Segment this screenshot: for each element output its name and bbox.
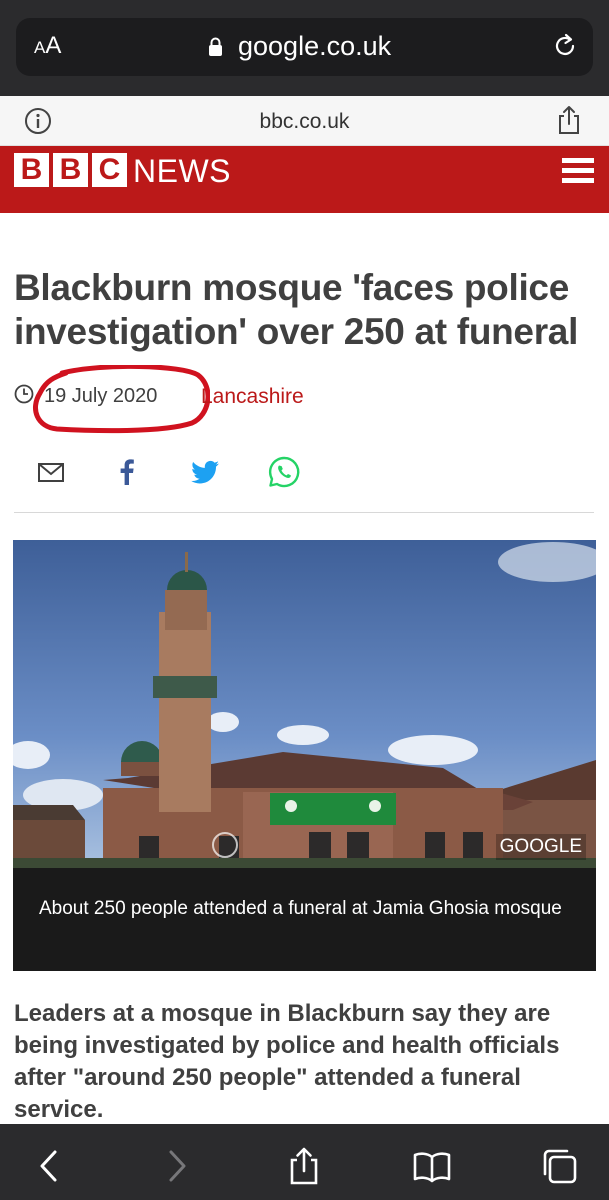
whatsapp-icon[interactable]: [267, 455, 301, 489]
logo-block: C: [92, 153, 127, 187]
bbc-news-header: B B C NEWS: [0, 146, 609, 213]
reload-icon[interactable]: [551, 32, 579, 60]
browser-top-bar: AA google.co.uk: [0, 0, 609, 96]
share-tools: [30, 455, 330, 495]
bbc-logo[interactable]: B B C: [14, 153, 127, 187]
lock-icon: [209, 37, 222, 56]
article-image: GOOGLE: [13, 540, 596, 868]
address-text[interactable]: google.co.uk: [238, 31, 391, 62]
facebook-icon[interactable]: [110, 455, 144, 489]
text-size-button[interactable]: AA: [34, 32, 61, 60]
email-icon[interactable]: [34, 455, 68, 489]
logo-block: B: [53, 153, 88, 187]
image-caption: About 250 people attended a funeral at J…: [13, 868, 596, 971]
site-info-bar: bbc.co.uk: [0, 96, 609, 146]
red-circle-annotation: [33, 365, 210, 434]
article-intro: Leaders at a mosque in Blackburn say the…: [14, 1000, 560, 1123]
share-icon[interactable]: [557, 105, 581, 135]
mosque-photo: [13, 540, 596, 868]
address-bar[interactable]: AA google.co.uk: [16, 18, 593, 76]
bookmarks-icon[interactable]: [412, 1146, 452, 1186]
browser-toolbar: [0, 1124, 609, 1200]
forward-icon[interactable]: [156, 1146, 196, 1186]
tabs-icon[interactable]: [539, 1146, 579, 1186]
divider: [14, 512, 594, 513]
clock-icon: [14, 384, 34, 404]
page: AA google.co.uk bbc.co.uk B B C NEWS Bla…: [0, 0, 609, 1200]
site-domain: bbc.co.uk: [259, 110, 350, 133]
hamburger-menu-icon[interactable]: [562, 158, 594, 184]
logo-block: B: [14, 153, 49, 187]
logo-news-word[interactable]: NEWS: [133, 152, 231, 190]
share-icon[interactable]: [284, 1146, 324, 1186]
article-meta: 19 July 2020 Lancashire: [14, 365, 594, 434]
twitter-icon[interactable]: [188, 455, 222, 489]
back-icon[interactable]: [30, 1146, 70, 1186]
region-link[interactable]: Lancashire: [201, 385, 304, 409]
article-headline: Blackburn mosque 'faces police investiga…: [14, 267, 579, 352]
image-credit: GOOGLE: [495, 834, 586, 860]
